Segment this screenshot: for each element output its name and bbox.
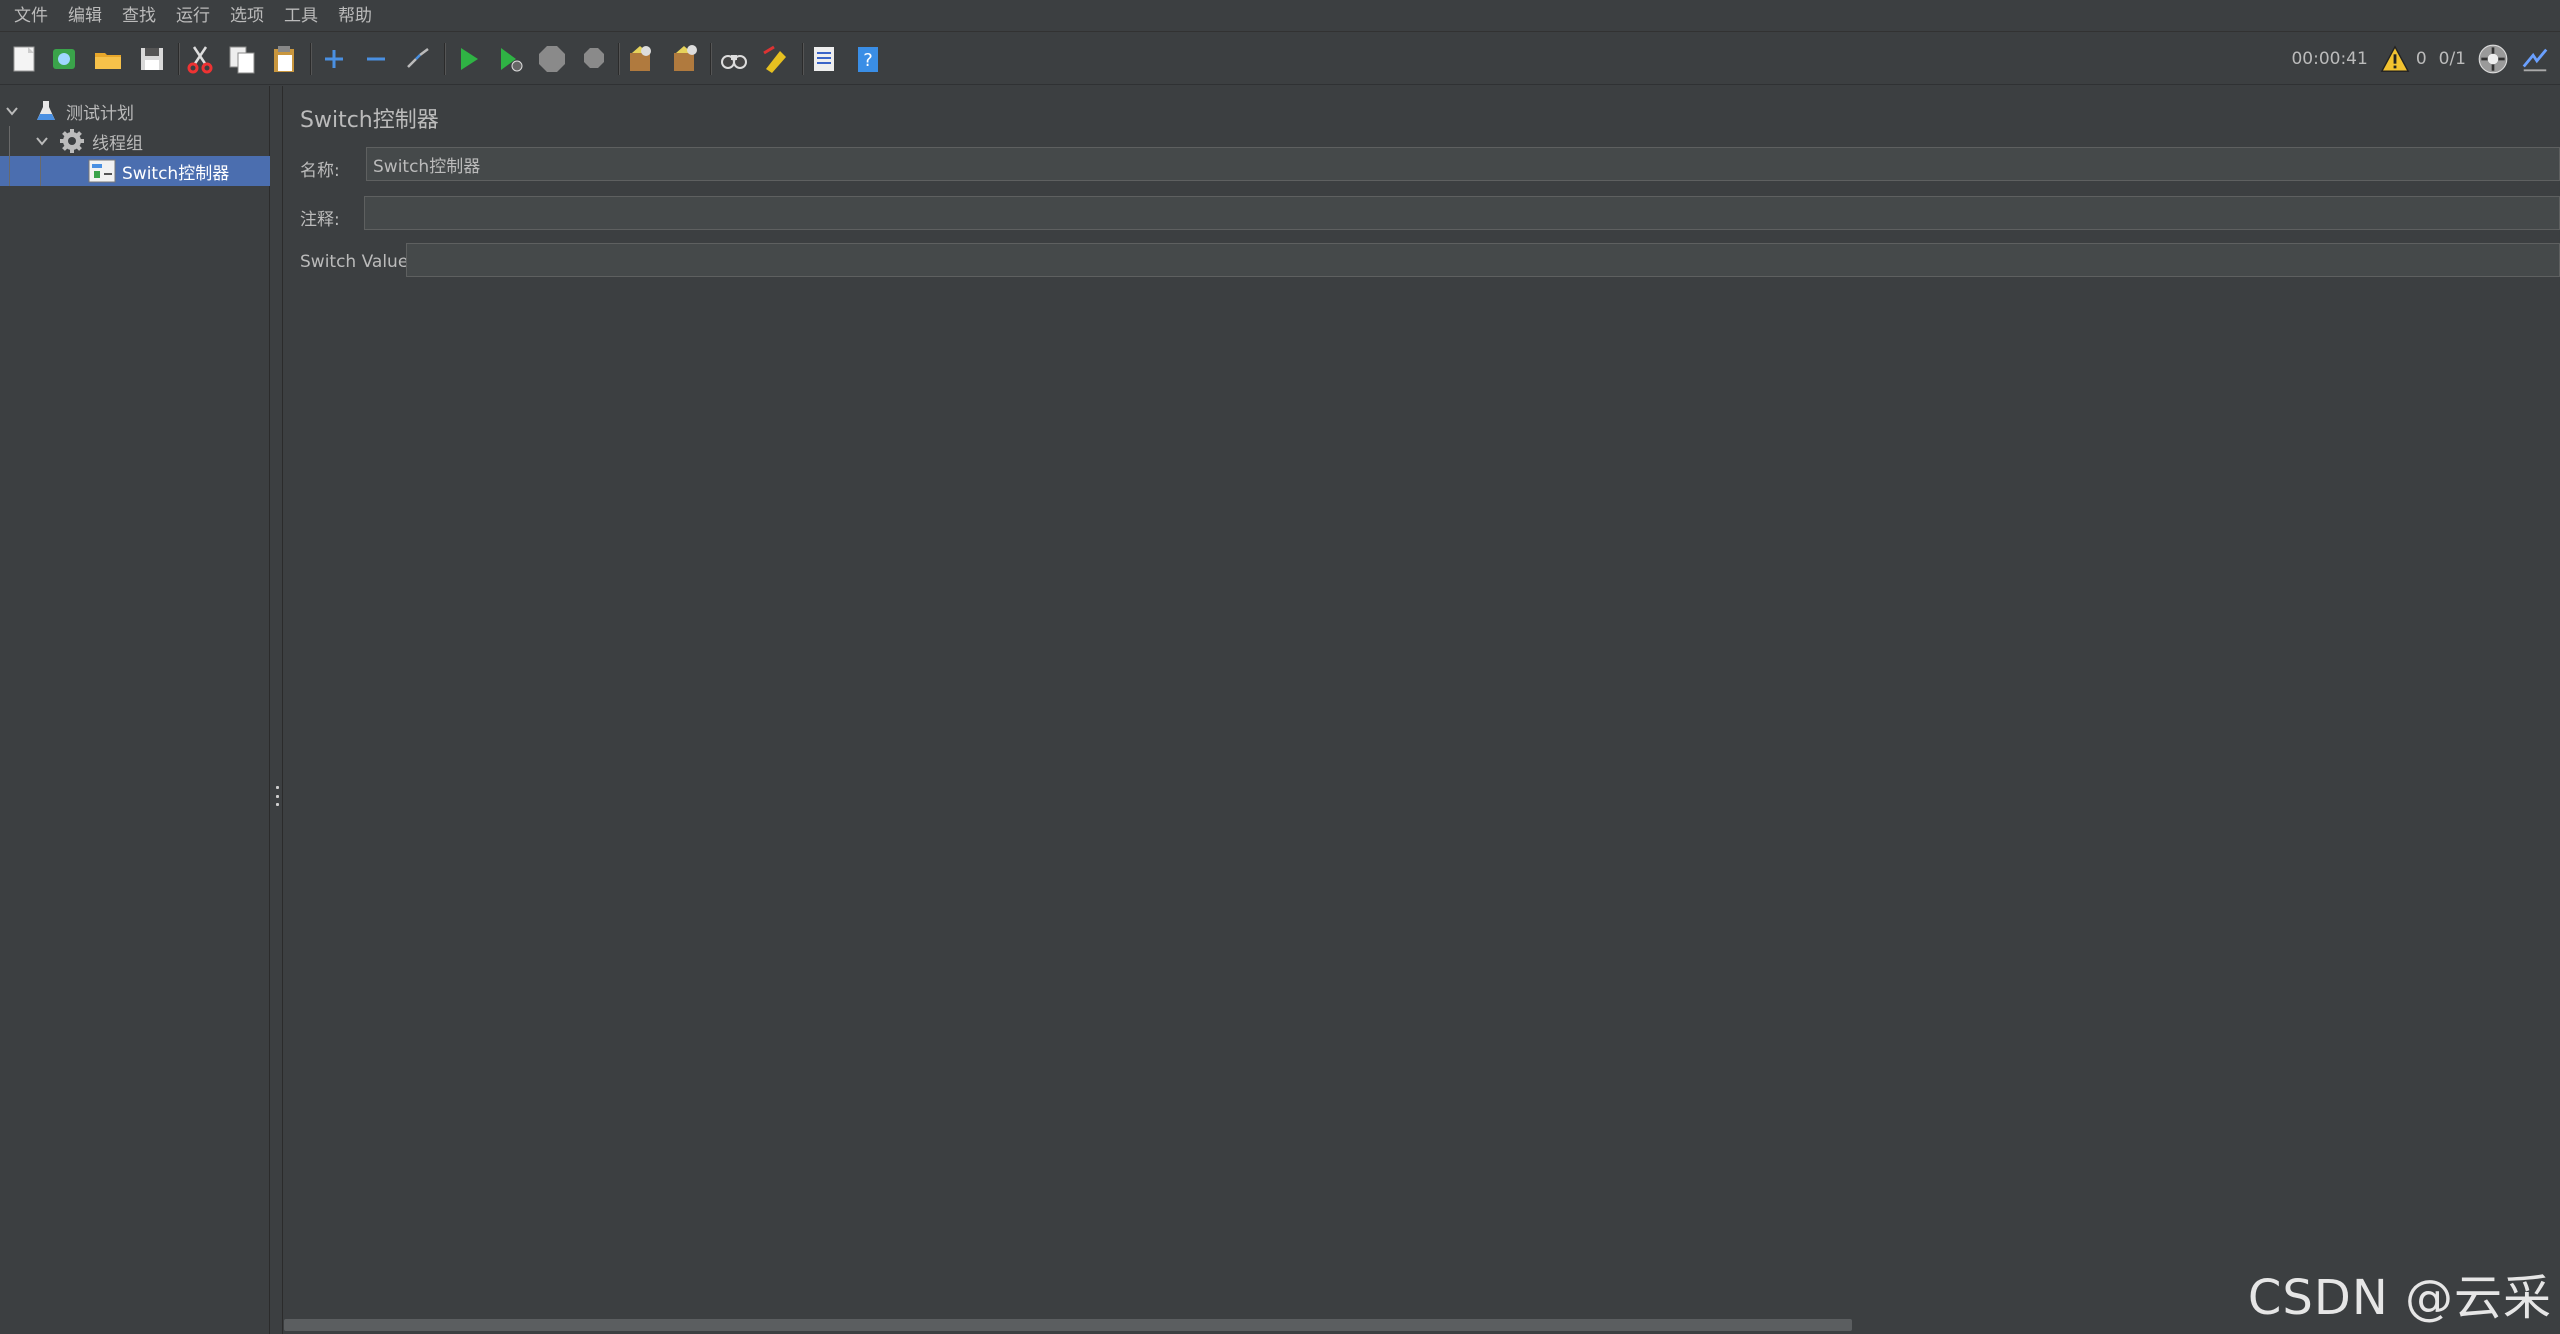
menu-bar: 文件 编辑 查找 运行 选项 工具 帮助 <box>0 0 2560 32</box>
splitter-handle[interactable] <box>275 786 279 806</box>
elapsed-time: 00:00:41 <box>2291 49 2368 69</box>
reset-search-icon[interactable] <box>758 41 794 77</box>
thread-group-icon <box>58 127 86 155</box>
shutdown-icon[interactable] <box>576 41 612 77</box>
tree-item-test-plan[interactable]: 测试计划 <box>0 96 270 126</box>
name-field[interactable] <box>366 147 2560 181</box>
watermark: CSDN @云采 <box>2247 1270 2552 1326</box>
name-label: 名称: <box>300 161 340 181</box>
horizontal-scrollbar[interactable] <box>284 1319 1852 1331</box>
warning-icon[interactable] <box>2380 44 2410 74</box>
search-icon[interactable] <box>716 41 752 77</box>
switch-value-label: Switch Value <box>300 252 409 272</box>
switch-controller-icon <box>88 157 116 185</box>
help-icon[interactable]: ? <box>850 41 886 77</box>
tree-panel: 测试计划 线程组 Switch控制器 <box>0 86 270 1334</box>
test-plan-icon <box>32 97 60 125</box>
comment-label: 注释: <box>300 210 340 230</box>
expand-icon[interactable] <box>316 41 352 77</box>
toolbar: ? <box>0 33 2560 85</box>
tree-item-label: 线程组 <box>92 133 143 154</box>
menu-edit[interactable]: 编辑 <box>58 0 112 32</box>
thread-count: 0/1 <box>2438 49 2466 69</box>
menu-help[interactable]: 帮助 <box>328 0 382 32</box>
tree-item-label: Switch控制器 <box>122 163 230 184</box>
save-icon[interactable] <box>134 41 170 77</box>
clear-icon[interactable] <box>622 41 658 77</box>
warning-count: 0 <box>2415 49 2427 69</box>
menu-run[interactable]: 运行 <box>166 0 220 32</box>
tree-item-thread-group[interactable]: 线程组 <box>0 126 270 156</box>
stop-icon[interactable] <box>534 41 570 77</box>
templates-icon[interactable] <box>46 41 82 77</box>
remote-icon[interactable] <box>2476 42 2510 76</box>
menu-search[interactable]: 查找 <box>112 0 166 32</box>
tree-item-label: 测试计划 <box>66 103 134 124</box>
chevron-down-icon[interactable] <box>2 101 22 121</box>
panel-splitter[interactable] <box>271 86 283 1334</box>
new-icon[interactable] <box>6 41 42 77</box>
function-helper-icon[interactable] <box>806 41 842 77</box>
comment-field[interactable] <box>364 196 2560 230</box>
menu-tools[interactable]: 工具 <box>274 0 328 32</box>
menu-file[interactable]: 文件 <box>4 0 58 32</box>
svg-text:?: ? <box>863 50 873 71</box>
menu-options[interactable]: 选项 <box>220 0 274 32</box>
cut-icon[interactable] <box>182 41 218 77</box>
switch-value-field[interactable] <box>406 243 2560 277</box>
editor-panel: Switch控制器 名称: 注释: Switch Value <box>284 86 2560 1334</box>
collapse-icon[interactable] <box>358 41 394 77</box>
start-no-pause-icon[interactable] <box>492 41 528 77</box>
open-icon[interactable] <box>90 41 126 77</box>
toggle-icon[interactable] <box>400 41 436 77</box>
paste-icon[interactable] <box>266 41 302 77</box>
logger-icon[interactable] <box>2520 44 2550 74</box>
status-area: 00:00:41 0 0/1 <box>2291 33 2560 85</box>
copy-icon[interactable] <box>224 41 260 77</box>
clear-all-icon[interactable] <box>666 41 702 77</box>
start-icon[interactable] <box>450 41 486 77</box>
chevron-down-icon[interactable] <box>32 131 52 151</box>
tree-item-switch-controller[interactable]: Switch控制器 <box>0 156 270 186</box>
page-title: Switch控制器 <box>300 108 439 133</box>
